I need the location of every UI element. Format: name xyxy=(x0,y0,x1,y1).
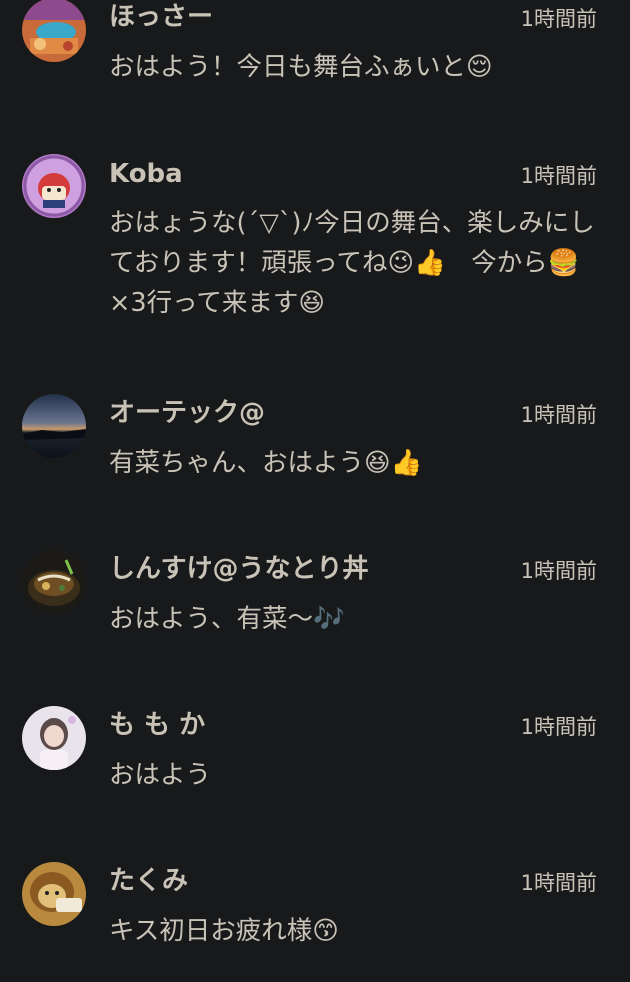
username[interactable]: しんすけ@うなとり丼 xyxy=(109,552,368,586)
comment-message: おはよう、有菜〜🎶 xyxy=(109,604,345,634)
user-avatar[interactable] xyxy=(22,154,86,218)
timestamp: 1時間前 xyxy=(520,715,597,739)
timestamp: 1時間前 xyxy=(520,7,597,31)
username[interactable]: も も か xyxy=(109,708,205,742)
timestamp: 1時間前 xyxy=(520,871,597,895)
username[interactable]: オーテック@ xyxy=(109,396,265,430)
comment-message: おはょうな(´▽`)ﾉ今日の舞台、楽しみにしております！頑張ってね😉👍 今から🍔… xyxy=(109,208,595,318)
comment-message: キス初日お疲れ様😙 xyxy=(109,916,339,946)
user-avatar[interactable] xyxy=(22,862,86,926)
user-avatar[interactable] xyxy=(22,550,86,614)
username[interactable]: Koba xyxy=(109,157,183,191)
username[interactable]: たくみ xyxy=(109,864,188,898)
username[interactable]: ほっさー xyxy=(109,0,213,34)
comment-message: おはよう！今日も舞台ふぁいと😌 xyxy=(109,52,493,82)
user-avatar[interactable] xyxy=(22,706,86,770)
comment-message: 有菜ちゃん、おはよう😆👍 xyxy=(109,448,423,478)
timestamp: 1時間前 xyxy=(520,164,597,188)
user-avatar[interactable] xyxy=(22,0,86,62)
user-avatar[interactable] xyxy=(22,394,86,458)
timestamp: 1時間前 xyxy=(520,403,597,427)
comment-message: おはよう xyxy=(109,760,212,790)
timestamp: 1時間前 xyxy=(520,559,597,583)
